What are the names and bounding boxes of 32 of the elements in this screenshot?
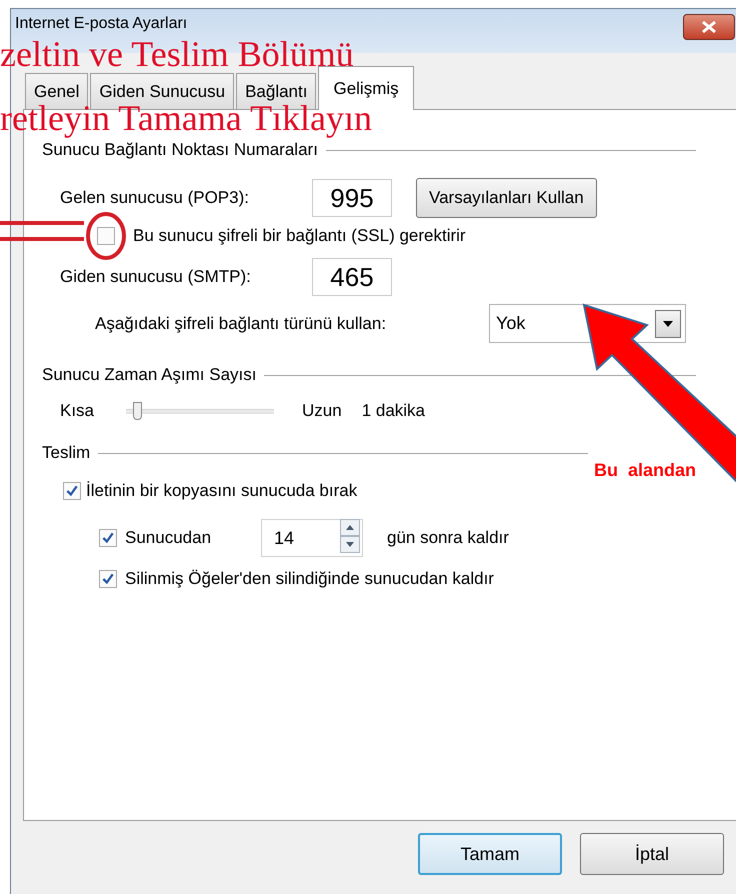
checkbox-label: İletinin bir kopyasını sunucuda bırak xyxy=(86,481,358,501)
slider-thumb[interactable] xyxy=(133,402,142,420)
port-field[interactable]: 995 xyxy=(312,179,392,217)
port-field[interactable]: 465 xyxy=(312,258,392,296)
tab[interactable]: Gelişmiş xyxy=(318,66,414,110)
checkbox[interactable] xyxy=(99,570,117,588)
field-label: Gelen sunucusu (POP3): xyxy=(60,188,250,208)
defaults-button[interactable]: Varsayılanları Kullan xyxy=(416,178,597,218)
encryption-dropdown[interactable]: Yok xyxy=(489,304,686,343)
checkbox[interactable] xyxy=(97,227,115,245)
close-button[interactable] xyxy=(683,14,735,40)
dropdown-arrow-icon xyxy=(663,320,673,326)
days-spinner[interactable]: 14 xyxy=(261,519,363,557)
field-label: Giden sunucusu (SMTP): xyxy=(60,267,252,287)
spinner-arrows-icon xyxy=(340,518,360,552)
slider-label: Uzun xyxy=(302,401,342,421)
spinner-suffix: gün sonra kaldır xyxy=(387,528,509,548)
checkbox[interactable] xyxy=(63,482,81,500)
checkbox-label: Bu sunucu şifreli bir bağlantı (SSL) gerektirir xyxy=(133,226,466,246)
field-label: Aşağıdaki şifreli bağlantı türünü kullan: xyxy=(95,314,388,334)
checkbox-label: Silinmiş Öğeler'den silindiğinde sunucudan kaldır xyxy=(125,569,494,589)
group-title: Teslim xyxy=(42,443,90,463)
group-title: Sunucu Zaman Aşımı Sayısı xyxy=(42,365,256,385)
group-title: Sunucu Bağlantı Noktası Numaraları xyxy=(42,140,318,160)
checkbox[interactable] xyxy=(99,529,117,547)
slider-reading: 1 dakika xyxy=(362,401,426,421)
dialog-button[interactable]: Tamam xyxy=(418,833,562,875)
window-title: Internet E-posta Ayarları xyxy=(15,14,188,33)
dialog-button[interactable]: İptal xyxy=(580,833,724,875)
slider-label: Kısa xyxy=(60,401,96,421)
checkbox-label: Sunucudan xyxy=(125,528,212,548)
close-icon xyxy=(700,20,718,34)
